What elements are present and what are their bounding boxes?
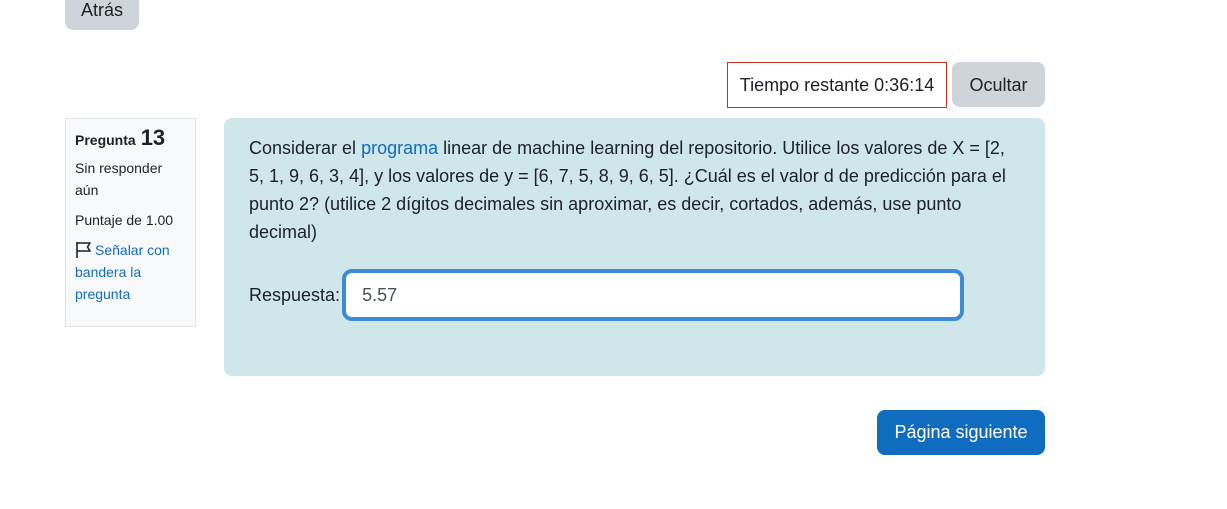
timer-box: Tiempo restante 0:36:14 bbox=[727, 62, 947, 108]
timer-value: 0:36:14 bbox=[874, 74, 935, 95]
back-button[interactable]: Atrás bbox=[65, 0, 139, 30]
flag-question-link[interactable]: Señalar con bandera la pregunta bbox=[75, 239, 186, 305]
timer-label: Tiempo restante bbox=[739, 74, 870, 95]
hide-timer-button[interactable]: Ocultar bbox=[952, 62, 1045, 107]
next-page-button[interactable]: Página siguiente bbox=[877, 410, 1045, 455]
question-word: Pregunta bbox=[75, 132, 136, 148]
question-score: Puntaje de 1.00 bbox=[75, 212, 174, 228]
answer-input[interactable] bbox=[342, 269, 965, 321]
question-content: Considerar el programa linear de machine… bbox=[224, 118, 1045, 376]
answer-row: Respuesta: bbox=[249, 269, 965, 321]
program-link[interactable]: programa bbox=[361, 138, 438, 158]
question-text: Considerar el programa linear de machine… bbox=[249, 138, 1006, 242]
answer-label: Respuesta: bbox=[249, 284, 341, 305]
question-info-panel: Pregunta 13 Sin responder aún Puntaje de… bbox=[65, 118, 196, 327]
question-number-value: 13 bbox=[140, 125, 166, 150]
flag-icon bbox=[76, 242, 91, 258]
question-status: Sin responder aún bbox=[75, 160, 163, 198]
question-number: Pregunta 13 bbox=[75, 127, 186, 151]
